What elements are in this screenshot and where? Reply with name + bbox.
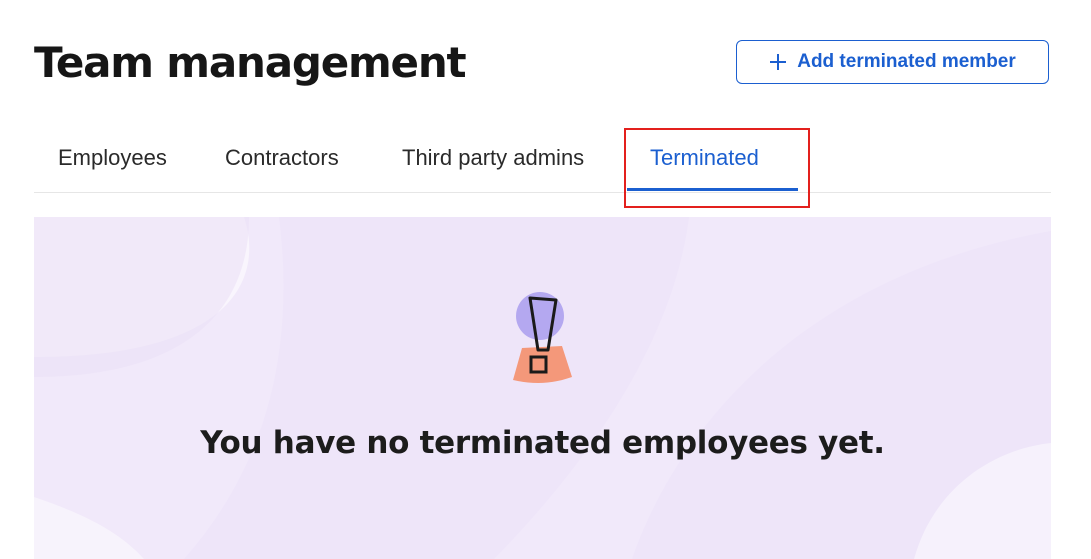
tab-highlight-box: [624, 128, 810, 208]
plus-icon: [769, 53, 787, 71]
tab-third-party-admins-label: Third party admins: [402, 145, 585, 170]
add-terminated-member-label: Add terminated member: [797, 51, 1016, 72]
page-title: Team management: [34, 38, 467, 87]
tab-employees[interactable]: Employees: [58, 130, 167, 193]
tab-employees-label: Employees: [58, 145, 167, 170]
add-terminated-member-button[interactable]: Add terminated member: [736, 40, 1049, 84]
tab-bar: Employees Contractors Third party admins…: [34, 130, 1051, 193]
tab-contractors-label: Contractors: [225, 145, 339, 170]
exclamation-illustration: [511, 290, 575, 391]
tab-third-party-admins[interactable]: Third party admins: [402, 130, 584, 193]
empty-state-message: You have no terminated employees yet.: [200, 425, 885, 461]
tab-contractors[interactable]: Contractors: [225, 130, 339, 193]
empty-state-panel: You have no terminated employees yet.: [34, 217, 1051, 559]
